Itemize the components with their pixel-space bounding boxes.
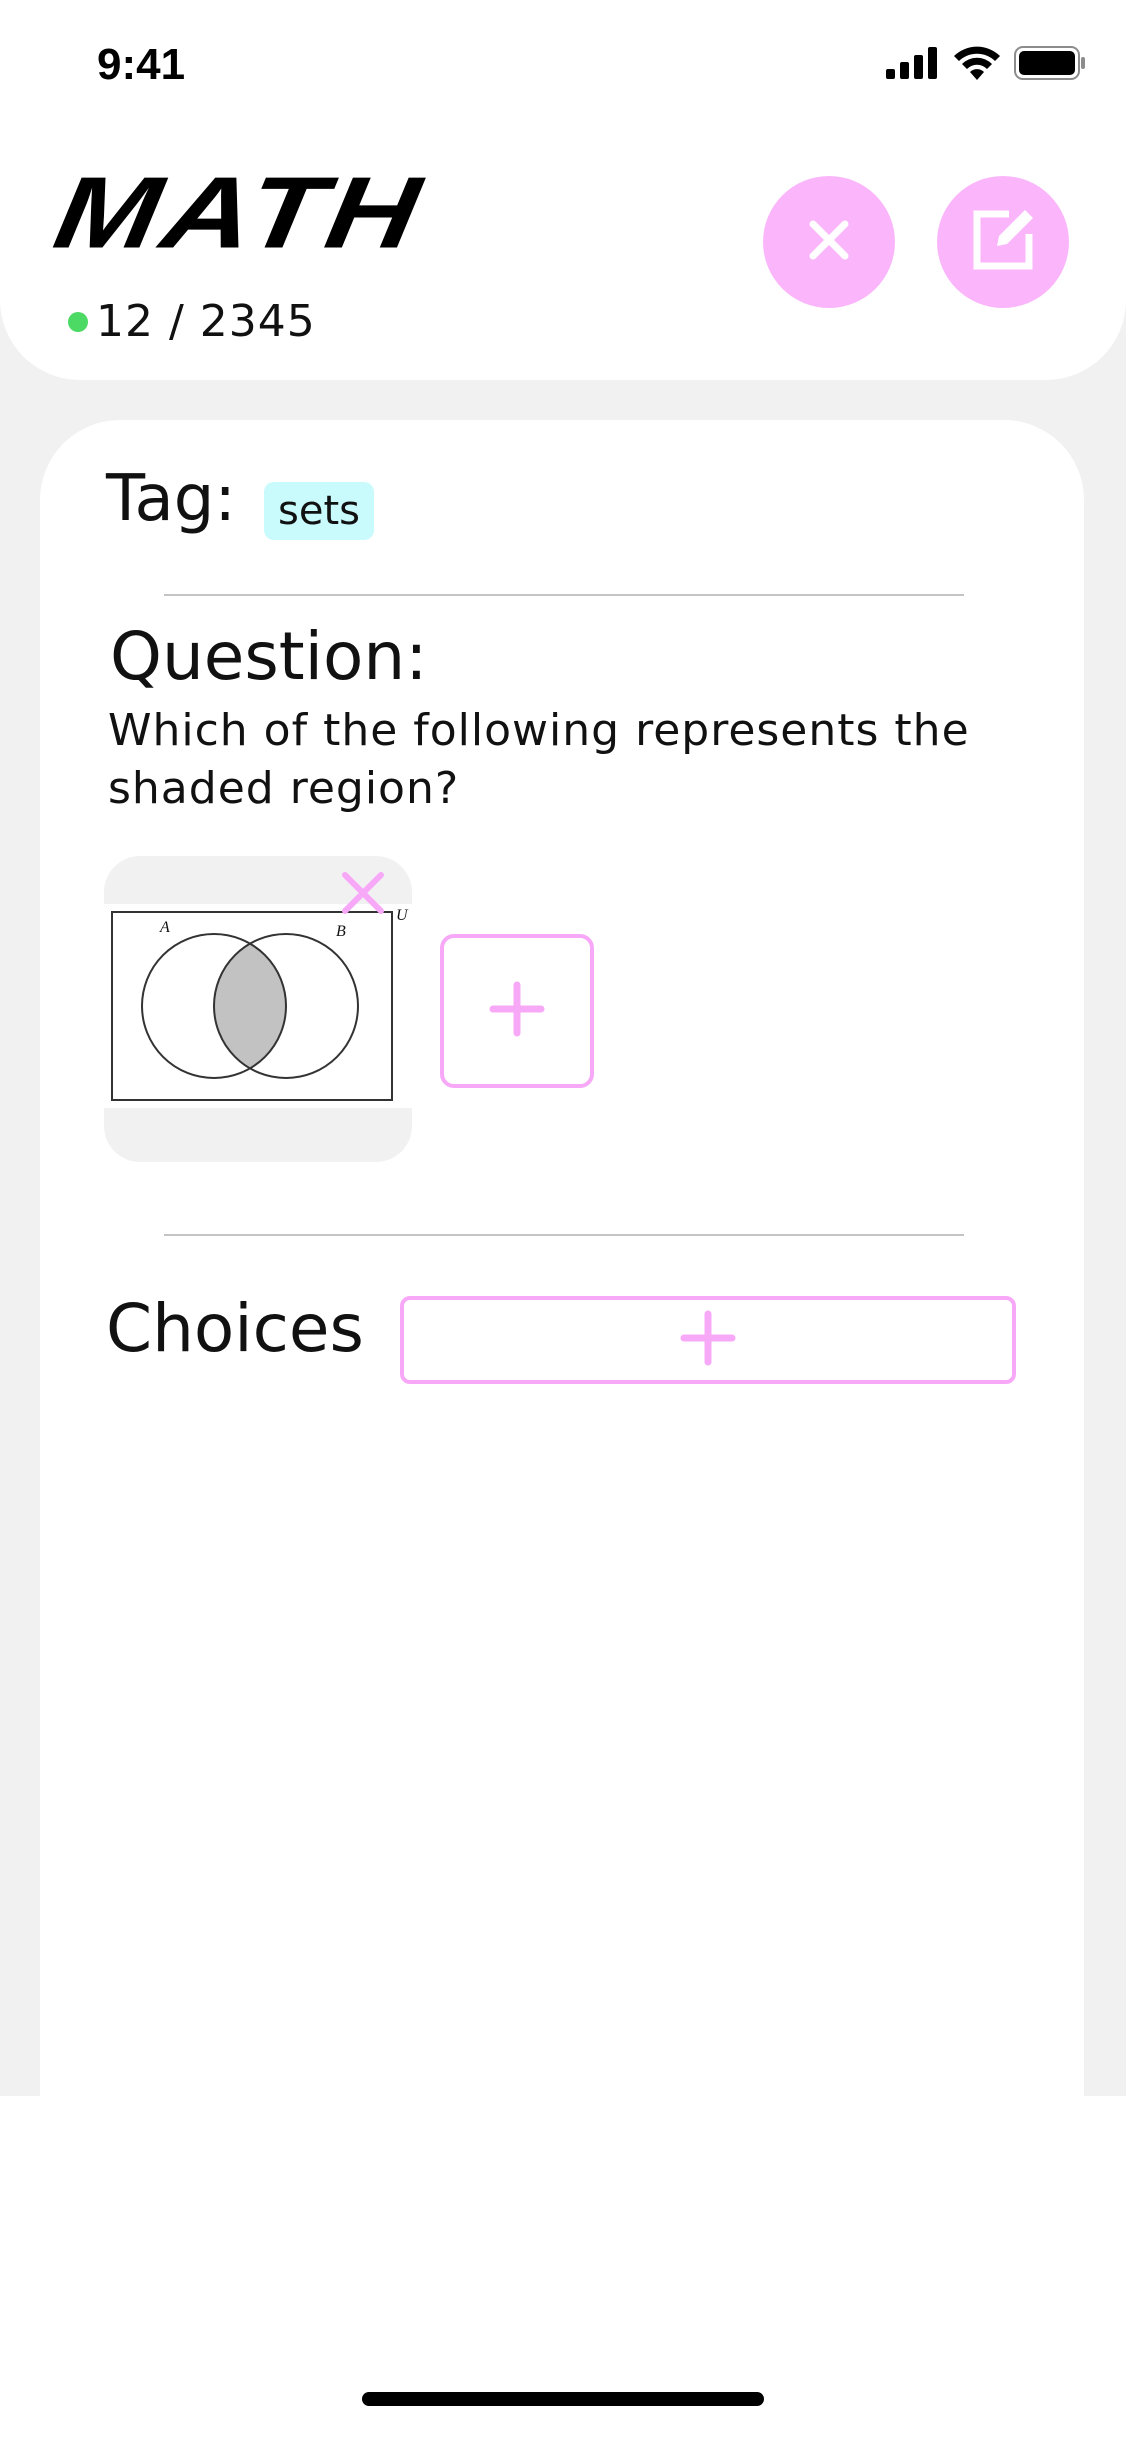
tag-label: Tag: [106, 462, 236, 536]
battery-icon [1014, 46, 1086, 84]
progress-count: 12 / 2345 [96, 296, 316, 347]
cellular-signal-icon [886, 47, 940, 83]
header: 9:41 MATH 12 / 2345 [0, 0, 1126, 380]
choices-label: Choices [106, 1290, 364, 1367]
remove-image-button[interactable] [340, 870, 386, 916]
divider [164, 594, 964, 596]
close-icon [340, 872, 386, 920]
question-card: Tag: sets Question: Which of the followi… [40, 420, 1084, 2096]
universe-label: U [396, 907, 409, 924]
close-button[interactable] [763, 176, 895, 308]
close-icon [807, 218, 851, 266]
app-title: MATH [46, 156, 432, 270]
edit-icon [971, 208, 1035, 276]
set-b-label: B [336, 923, 346, 940]
divider [164, 1234, 964, 1236]
plus-icon [489, 981, 545, 1041]
venn-diagram-image: A B U [104, 904, 412, 1108]
tag-chip[interactable]: sets [264, 482, 374, 540]
progress-indicator: 12 / 2345 [68, 296, 316, 347]
question-label: Question: [110, 618, 428, 695]
status-icons [886, 46, 1086, 84]
question-text[interactable]: Which of the following represents the sh… [108, 702, 1008, 818]
edit-button[interactable] [937, 176, 1069, 308]
home-indicator[interactable] [362, 2392, 764, 2406]
wifi-icon [954, 46, 1000, 84]
app-screen: 9:41 MATH 12 / 2345 Tag: sets Question: … [0, 0, 1126, 2437]
plus-icon [680, 1310, 736, 1370]
add-choice-button[interactable] [400, 1296, 1016, 1384]
status-dot [68, 311, 88, 332]
status-time: 9:41 [97, 40, 186, 89]
set-a-label: A [159, 919, 170, 936]
add-image-button[interactable] [440, 934, 594, 1088]
